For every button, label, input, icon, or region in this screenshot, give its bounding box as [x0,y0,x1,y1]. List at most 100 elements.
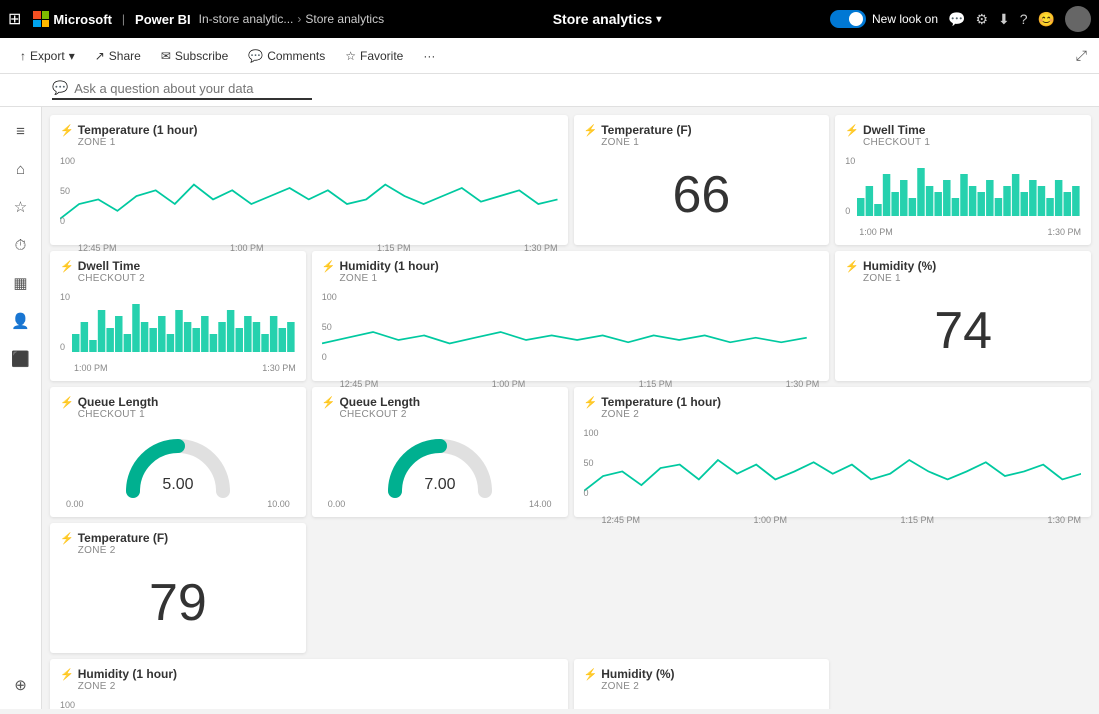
card-subtitle: ZONE 2 [601,681,674,692]
card-subtitle: CHECKOUT 1 [78,409,159,420]
card-humidity-pct-zone1: ⚡ Humidity (%) ZONE 1 74 [835,251,1091,381]
microsoft-logo[interactable]: Microsoft [33,11,112,27]
export-button[interactable]: ↑ Export ▾ [12,45,83,67]
y-labels: 100500 [322,292,337,362]
bar-chart-area: 100 1:00 PM1:30 PM [845,156,1081,237]
card-title-block: Temperature (1 hour) ZONE 1 [78,123,198,148]
y-label: 100 [60,156,75,166]
y-labels: 100500 [584,428,599,498]
sidebar-item-create[interactable]: ⊕ [5,669,37,701]
card-title: Humidity (%) [601,667,674,681]
card-title-block: Humidity (%) ZONE 2 [601,667,674,692]
microsoft-label: Microsoft [53,12,112,27]
expand-icon[interactable]: ⤢ [1076,47,1087,63]
new-look-toggle[interactable] [830,10,866,28]
breadcrumb: In-store analytic... › Store analytics [199,12,384,26]
card-subtitle: ZONE 2 [78,545,168,556]
qa-input-wrapper: 💬 [52,80,312,100]
card-title-block: Humidity (1 hour) ZONE 2 [78,667,177,692]
favorite-button[interactable]: ☆ Favorite [337,45,411,67]
export-icon: ↑ [20,49,26,63]
settings-icon[interactable]: ⚙ [975,11,988,28]
card-subtitle: ZONE 2 [601,409,721,420]
sidebar-item-menu[interactable]: ≡ [5,115,37,147]
y-label: 50 [584,458,599,468]
big-number: 74 [845,288,1081,373]
card-title: Temperature (1 hour) [601,395,721,409]
more-button[interactable]: ··· [415,45,443,67]
card-lightning-icon: ⚡ [60,124,74,137]
card-title-block: Temperature (F) ZONE 1 [601,123,691,148]
nav-separator: | [122,12,125,26]
x-label: 12:45 PM [602,515,641,525]
card-header: ⚡ Queue Length CHECKOUT 1 [60,395,296,420]
sidebar-item-workspaces[interactable]: ⬛ [5,343,37,375]
y-label: 50 [60,186,75,196]
big-number: 79 [60,560,296,645]
card-header: ⚡ Humidity (%) ZONE 2 [584,667,820,692]
card-title: Humidity (1 hour) [78,667,177,681]
x-labels: 12:45 PM1:00 PM1:15 PM1:30 PM [602,515,1082,525]
card-humidity-pct-zone2: ⚡ Humidity (%) ZONE 2 69 [574,659,830,709]
gauge-container: 5.00 0.00 10.00 [60,424,296,509]
card-title: Temperature (F) [78,531,168,545]
sidebar-item-favorites[interactable]: ☆ [5,191,37,223]
gauge-svg: 7.00 [380,431,500,499]
x-label: 1:30 PM [524,243,558,253]
gauge-value-text: 5.00 [162,476,193,493]
comments-label: Comments [267,49,325,63]
gauge-labels: 0.00 14.00 [322,499,558,509]
x-labels: 12:45 PM1:00 PM1:15 PM1:30 PM [340,379,820,389]
card-subtitle: ZONE 1 [339,273,438,284]
share-icon: ↗ [95,49,105,63]
sidebar-item-apps[interactable]: ▦ [5,267,37,299]
x-label: 1:15 PM [900,515,934,525]
y-label: 10 [60,292,70,302]
comment-icon[interactable]: 💬 [948,11,965,28]
card-header: ⚡ Temperature (F) ZONE 2 [60,531,296,556]
y-label: 0 [322,352,337,362]
card-header: ⚡ Humidity (1 hour) ZONE 2 [60,667,558,692]
y-labels: 100500 [60,156,75,226]
sidebar-item-home[interactable]: ⌂ [5,153,37,185]
sidebar-item-recent[interactable]: ⏱ [5,229,37,261]
x-label: 12:45 PM [78,243,117,253]
big-number: 69 [584,696,820,709]
user-avatar[interactable] [1065,6,1091,32]
share-button[interactable]: ↗ Share [87,45,149,67]
chart-container: 100500 12:45 PM1:00 PM1:15 PM1:30 PM [60,700,558,709]
card-temp-f-zone1: ⚡ Temperature (F) ZONE 1 66 [574,115,830,245]
more-icon: ··· [423,49,435,63]
y-label: 0 [60,342,70,352]
y-label: 50 [322,322,337,332]
export-chevron: ▾ [69,49,75,63]
qa-input[interactable] [74,81,294,96]
breadcrumb-instore[interactable]: In-store analytic... [199,12,294,26]
download-icon[interactable]: ⬇ [998,11,1010,28]
x-label: 1:00 PM [492,379,526,389]
card-title: Dwell Time [863,123,930,137]
card-lightning-icon: ⚡ [584,396,598,409]
gauge-min: 0.00 [66,499,84,509]
ms-logo-icon [33,11,49,27]
card-subtitle: ZONE 1 [601,137,691,148]
favorite-icon: ☆ [345,49,356,63]
comments-button[interactable]: 💬 Comments [240,45,333,67]
new-look-label: New look on [872,12,938,26]
sidebar-item-shared[interactable]: 👤 [5,305,37,337]
card-queue-checkout1: ⚡ Queue Length CHECKOUT 1 5.00 0.00 [50,387,306,517]
card-title: Temperature (1 hour) [78,123,198,137]
account-icon[interactable]: 😊 [1038,11,1055,28]
line-chart-svg [60,156,558,236]
card-lightning-icon: ⚡ [60,396,74,409]
waffle-menu[interactable]: ⊞ [8,9,21,29]
breadcrumb-store[interactable]: Store analytics [305,12,384,26]
card-lightning-icon: ⚡ [322,260,336,273]
help-icon[interactable]: ? [1020,11,1028,27]
qa-icon: 💬 [52,80,68,96]
y-label: 100 [584,428,599,438]
comments-icon: 💬 [248,49,263,63]
title-chevron-icon[interactable]: ▾ [656,14,661,25]
subscribe-button[interactable]: ✉ Subscribe [153,45,236,67]
gauge-max: 14.00 [529,499,552,509]
